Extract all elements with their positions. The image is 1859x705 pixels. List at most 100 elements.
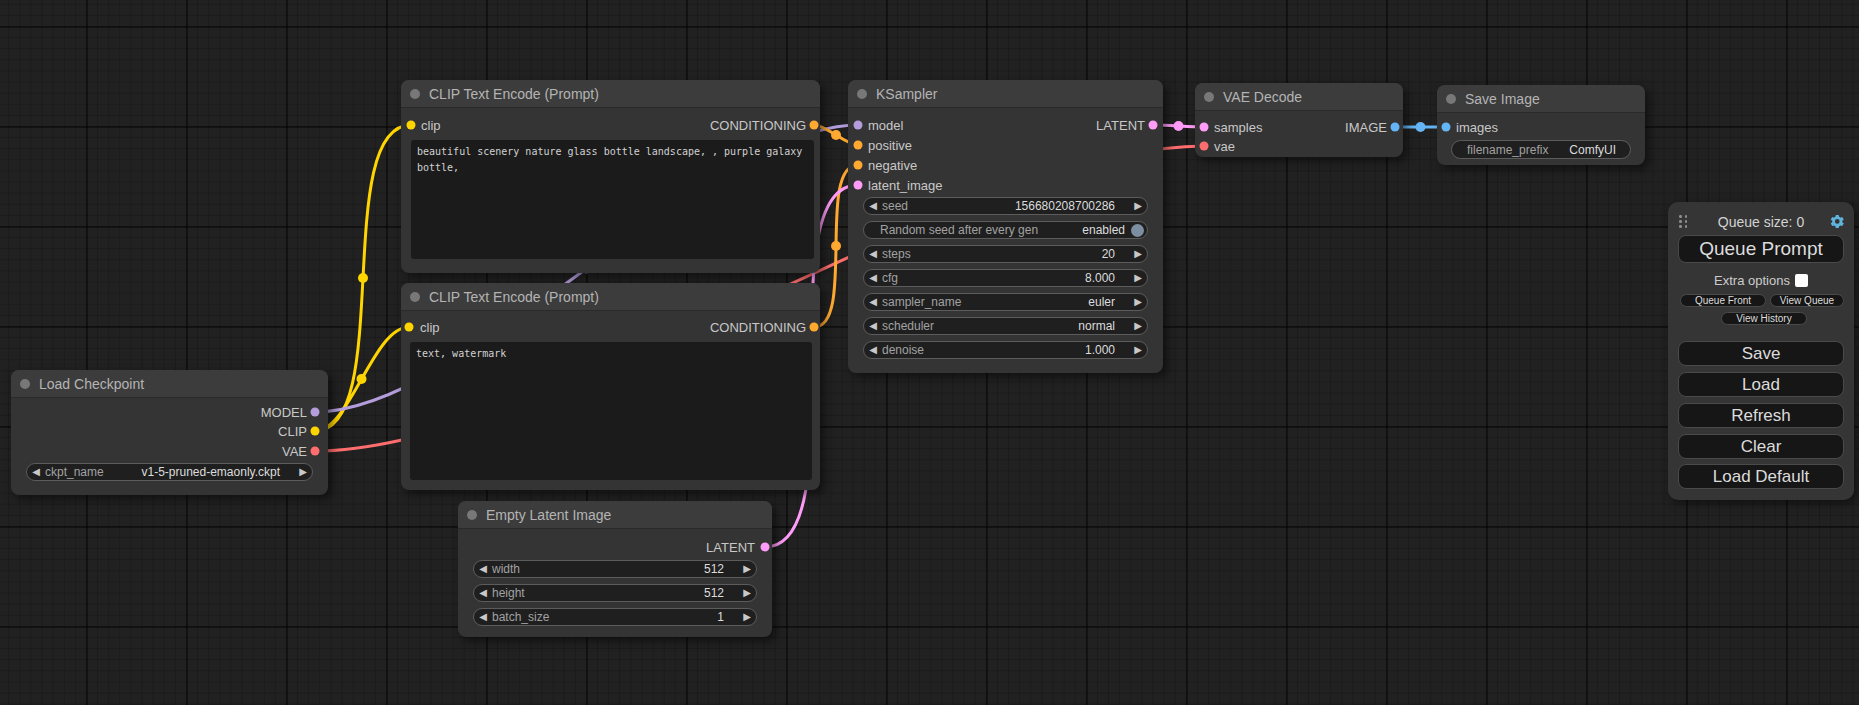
prev-arrow-icon[interactable]: ◀ — [864, 269, 882, 287]
node-title: CLIP Text Encode (Prompt) — [429, 289, 599, 305]
collapse-dot[interactable] — [20, 379, 30, 389]
prev-arrow-icon[interactable]: ◀ — [864, 197, 882, 215]
output-port-image[interactable] — [1391, 123, 1400, 132]
widget-value: 1 — [717, 610, 738, 624]
comfyui-canvas[interactable]: { "type_colors": { "MODEL": "#B39DDB", "… — [0, 0, 1859, 705]
input-label-clip: clip — [421, 118, 441, 133]
output-port-conditioning[interactable] — [810, 121, 819, 130]
prev-arrow-icon[interactable]: ◀ — [864, 317, 882, 335]
widget-steps[interactable]: ◀ steps 20 ▶ — [863, 245, 1148, 263]
input-label-positive: positive — [868, 138, 912, 153]
widget-cfg[interactable]: ◀ cfg 8.000 ▶ — [863, 269, 1148, 287]
node-load-checkpoint[interactable]: Load Checkpoint MODEL CLIP VAE ◀ ckpt_na… — [11, 370, 328, 495]
gear-icon[interactable] — [1830, 214, 1845, 229]
next-arrow-icon[interactable]: ▶ — [1129, 341, 1147, 359]
next-arrow-icon[interactable]: ▶ — [738, 560, 756, 578]
collapse-dot[interactable] — [410, 292, 420, 302]
prev-arrow-icon[interactable]: ◀ — [864, 293, 882, 311]
next-arrow-icon[interactable]: ▶ — [1129, 293, 1147, 311]
prev-arrow-icon[interactable]: ◀ — [474, 584, 492, 602]
node-empty-latent-image[interactable]: Empty Latent Image LATENT ◀ width 512 ▶ … — [458, 501, 772, 637]
node-header[interactable]: CLIP Text Encode (Prompt) — [401, 80, 820, 108]
prev-arrow-icon[interactable]: ◀ — [864, 245, 882, 263]
widget-name: sampler_name — [882, 295, 961, 309]
widget-name: seed — [882, 199, 908, 213]
input-port-vae[interactable] — [1200, 142, 1209, 151]
input-port-model[interactable] — [854, 121, 863, 130]
collapse-dot[interactable] — [410, 89, 420, 99]
collapse-dot[interactable] — [1204, 92, 1214, 102]
prompt-textarea[interactable]: text, watermark — [410, 342, 812, 480]
output-port-latent[interactable] — [761, 543, 770, 552]
widget-sampler-name[interactable]: ◀ sampler_name euler ▶ — [863, 293, 1148, 311]
next-arrow-icon[interactable]: ▶ — [294, 463, 312, 481]
node-header[interactable]: Load Checkpoint — [11, 370, 328, 398]
load-default-button[interactable]: Load Default — [1678, 464, 1844, 489]
node-clip-text-encode-positive[interactable]: CLIP Text Encode (Prompt) clip CONDITION… — [401, 80, 820, 273]
output-label-model: MODEL — [261, 405, 307, 420]
node-clip-text-encode-negative[interactable]: CLIP Text Encode (Prompt) clip CONDITION… — [401, 283, 820, 490]
next-arrow-icon[interactable]: ▶ — [1129, 269, 1147, 287]
view-queue-button[interactable]: View Queue — [1770, 294, 1844, 307]
prev-arrow-icon[interactable]: ◀ — [27, 463, 45, 481]
widget-name: cfg — [882, 271, 898, 285]
load-button[interactable]: Load — [1678, 372, 1844, 397]
widget-ckpt-name[interactable]: ◀ ckpt_name v1-5-pruned-emaonly.ckpt ▶ — [26, 463, 313, 481]
widget-width[interactable]: ◀ width 512 ▶ — [473, 560, 757, 578]
input-port-samples[interactable] — [1200, 123, 1209, 132]
output-port-conditioning[interactable] — [810, 323, 819, 332]
collapse-dot[interactable] — [1446, 94, 1456, 104]
prev-arrow-icon[interactable]: ◀ — [474, 608, 492, 626]
node-ksampler[interactable]: KSampler model positive negative latent_… — [848, 80, 1163, 373]
node-header[interactable]: KSampler — [848, 80, 1163, 108]
queue-prompt-button[interactable]: Queue Prompt — [1678, 235, 1844, 263]
input-port-images[interactable] — [1442, 123, 1451, 132]
node-header[interactable]: VAE Decode — [1195, 83, 1403, 111]
input-port-latent-image[interactable] — [854, 181, 863, 190]
input-label-samples: samples — [1214, 120, 1262, 135]
save-button[interactable]: Save — [1678, 341, 1844, 366]
widget-scheduler[interactable]: ◀ scheduler normal ▶ — [863, 317, 1148, 335]
input-port-clip[interactable] — [407, 121, 416, 130]
node-header[interactable]: CLIP Text Encode (Prompt) — [401, 283, 820, 311]
next-arrow-icon[interactable]: ▶ — [738, 584, 756, 602]
collapse-dot[interactable] — [467, 510, 477, 520]
refresh-button[interactable]: Refresh — [1678, 403, 1844, 428]
widget-denoise[interactable]: ◀ denoise 1.000 ▶ — [863, 341, 1148, 359]
view-history-button[interactable]: View History — [1721, 312, 1807, 325]
input-port-negative[interactable] — [854, 161, 863, 170]
output-port-latent[interactable] — [1149, 121, 1158, 130]
output-port-model[interactable] — [311, 408, 320, 417]
widget-seed[interactable]: ◀ seed 156680208700286 ▶ — [863, 197, 1148, 215]
collapse-dot[interactable] — [857, 89, 867, 99]
queue-front-button[interactable]: Queue Front — [1680, 294, 1766, 307]
prev-arrow-icon[interactable]: ◀ — [864, 341, 882, 359]
node-save-image[interactable]: Save Image images filename_prefix ComfyU… — [1437, 85, 1645, 165]
widget-value: 512 — [704, 586, 738, 600]
clear-button[interactable]: Clear — [1678, 434, 1844, 459]
next-arrow-icon[interactable]: ▶ — [1129, 317, 1147, 335]
output-port-vae[interactable] — [311, 447, 320, 456]
widget-filename-prefix[interactable]: filename_prefix ComfyUI — [1451, 140, 1631, 159]
widget-name: height — [492, 586, 525, 600]
widget-random-seed-toggle[interactable]: Random seed after every gen enabled — [863, 221, 1148, 239]
node-header[interactable]: Save Image — [1437, 85, 1645, 113]
next-arrow-icon[interactable]: ▶ — [1129, 197, 1147, 215]
next-arrow-icon[interactable]: ▶ — [738, 608, 756, 626]
input-label-negative: negative — [868, 158, 917, 173]
prev-arrow-icon[interactable]: ◀ — [474, 560, 492, 578]
input-label-vae: vae — [1214, 139, 1235, 154]
widget-height[interactable]: ◀ height 512 ▶ — [473, 584, 757, 602]
output-port-clip[interactable] — [311, 427, 320, 436]
widget-batch-size[interactable]: ◀ batch_size 1 ▶ — [473, 608, 757, 626]
prompt-textarea[interactable]: beautiful scenery nature glass bottle la… — [411, 140, 814, 259]
input-port-positive[interactable] — [854, 141, 863, 150]
next-arrow-icon[interactable]: ▶ — [1129, 245, 1147, 263]
input-port-clip[interactable] — [405, 323, 414, 332]
node-title: Load Checkpoint — [39, 376, 144, 392]
toggle-knob[interactable] — [1131, 224, 1144, 237]
node-vae-decode[interactable]: VAE Decode samples vae IMAGE — [1195, 83, 1403, 157]
node-header[interactable]: Empty Latent Image — [458, 501, 772, 529]
extra-options-checkbox[interactable] — [1795, 274, 1808, 287]
widget-name: denoise — [882, 343, 924, 357]
